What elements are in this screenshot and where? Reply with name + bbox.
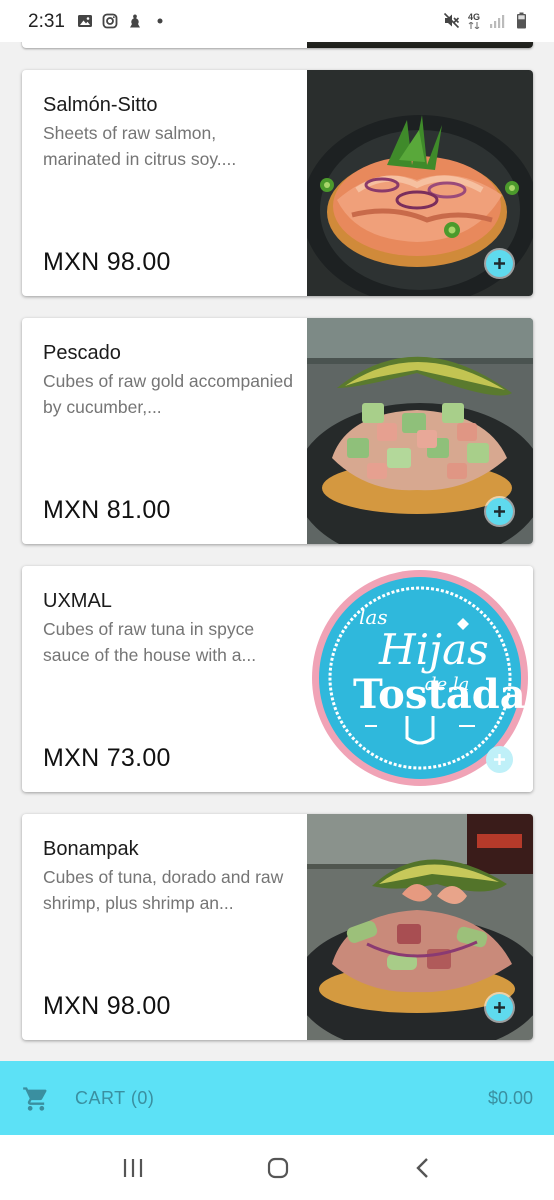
add-to-cart-button[interactable]	[486, 498, 513, 525]
salmon-tostada-photo	[307, 70, 533, 296]
product-name: Salmón-Sitto	[43, 94, 158, 116]
plus-icon	[494, 506, 505, 517]
cart-label[interactable]: CART (0)	[75, 1088, 154, 1109]
product-description: Cubes of tuna, dorado and raw shrimp, pl…	[43, 867, 284, 913]
logo-text-hijas: Hijas	[378, 625, 489, 674]
product-name: Pescado	[43, 342, 121, 364]
plus-icon	[494, 754, 505, 765]
app-notification-icon	[126, 12, 143, 29]
gallery-icon	[76, 12, 93, 29]
product-name: UXMAL	[43, 590, 112, 612]
product-description: Cubes of raw tuna in spyce sauce of the …	[43, 619, 257, 665]
instagram-icon	[101, 12, 118, 29]
dot-icon	[151, 12, 168, 29]
cart-bar[interactable]: CART (0) $0.00	[0, 1061, 554, 1135]
product-description: Cubes of raw gold accompanied by cucumbe…	[43, 371, 294, 417]
product-price: MXN 98.00	[43, 248, 171, 276]
status-bar: 2:31 4G	[0, 0, 554, 42]
recents-icon[interactable]	[118, 1155, 148, 1181]
product-price: MXN 98.00	[43, 992, 171, 1020]
cart-icon	[22, 1085, 50, 1113]
tuna-shrimp-tostada-photo	[307, 814, 533, 1040]
network-indicator: 4G	[467, 11, 480, 29]
mute-icon	[443, 12, 460, 29]
notification-icons	[76, 12, 168, 29]
battery-icon	[513, 12, 530, 29]
status-time: 2:31	[28, 11, 65, 32]
product-price: MXN 81.00	[43, 496, 171, 524]
plus-icon	[494, 258, 505, 269]
plus-icon	[494, 1002, 505, 1013]
system-icons: 4G	[443, 12, 530, 29]
product-card[interactable]: Bonampak Cubes of tuna, dorado and raw s…	[22, 814, 533, 1040]
home-icon[interactable]	[263, 1155, 293, 1181]
product-description: Sheets of raw salmon, marinated in citru…	[43, 123, 237, 169]
product-card[interactable]: UXMAL Cubes of raw tuna in spyce sauce o…	[22, 566, 533, 792]
navigation-bar	[0, 1135, 554, 1200]
back-icon[interactable]	[408, 1155, 438, 1181]
add-to-cart-button[interactable]	[486, 746, 513, 773]
signal-icon	[488, 12, 505, 29]
cart-total: $0.00	[487, 1088, 533, 1108]
product-name: Bonampak	[43, 838, 139, 860]
product-price: MXN 73.00	[43, 744, 171, 772]
add-to-cart-button[interactable]	[486, 994, 513, 1021]
las-hijas-de-la-tostada-logo: las Hijas de la Tostada	[307, 566, 533, 792]
product-card[interactable]: Pescado Cubes of raw gold accompanied by…	[22, 318, 533, 544]
logo-text-tostada: Tostada	[353, 671, 526, 718]
fish-tostada-photo	[307, 318, 533, 544]
add-to-cart-button[interactable]	[486, 250, 513, 277]
product-card[interactable]: Salmón-Sitto Sheets of raw salmon, marin…	[22, 70, 533, 296]
network-label: 4G	[467, 11, 480, 22]
